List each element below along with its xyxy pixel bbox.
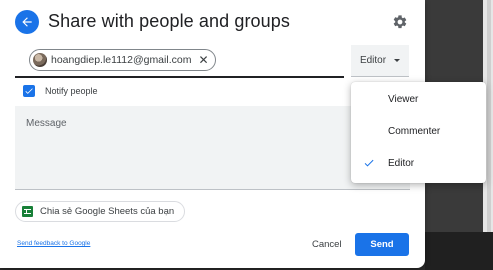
menu-item-viewer[interactable]: Viewer [351,84,486,114]
role-menu: Viewer Commenter Editor [351,82,486,183]
close-icon[interactable]: ✕ [198,54,208,66]
menu-item-label: Viewer [388,94,419,105]
cancel-button[interactable]: Cancel [312,239,342,250]
send-button[interactable]: Send [355,233,409,256]
dialog-title: Share with people and groups [48,11,290,31]
gear-icon [393,15,407,29]
background-scrollbar-thumb [487,0,491,232]
back-arrow-icon [22,17,32,27]
recipients-field[interactable]: hoangdiep.le1112@gmail.com ✕ [15,44,344,78]
notify-label: Notify people [45,86,98,96]
menu-item-label: Editor [388,158,415,169]
avatar [33,53,47,67]
menu-item-label: Commenter [388,126,441,137]
sheets-icon [22,206,33,217]
menu-item-commenter[interactable]: Commenter [351,116,486,146]
notify-checkbox[interactable] [23,85,35,97]
recipient-chip[interactable]: hoangdiep.le1112@gmail.com ✕ [29,49,216,71]
role-dropdown-label: Editor [359,55,387,66]
checkmark-icon [25,88,33,94]
send-feedback-link[interactable]: Send feedback to Google [17,240,90,247]
menu-item-editor[interactable]: Editor [351,148,486,178]
share-sheets-chip[interactable]: Chia sẻ Google Sheets của bạn [15,201,186,222]
back-button[interactable] [15,10,39,34]
message-placeholder: Message [26,118,67,129]
caret-down-icon [394,59,401,62]
checkmark-icon [364,159,374,167]
settings-button[interactable] [391,13,409,31]
recipient-email: hoangdiep.le1112@gmail.com [51,54,192,66]
notify-row: Notify people [15,82,350,102]
role-dropdown[interactable]: Editor [351,45,409,77]
background-dark-area [425,232,493,270]
share-sheets-label: Chia sẻ Google Sheets của bạn [40,206,175,217]
